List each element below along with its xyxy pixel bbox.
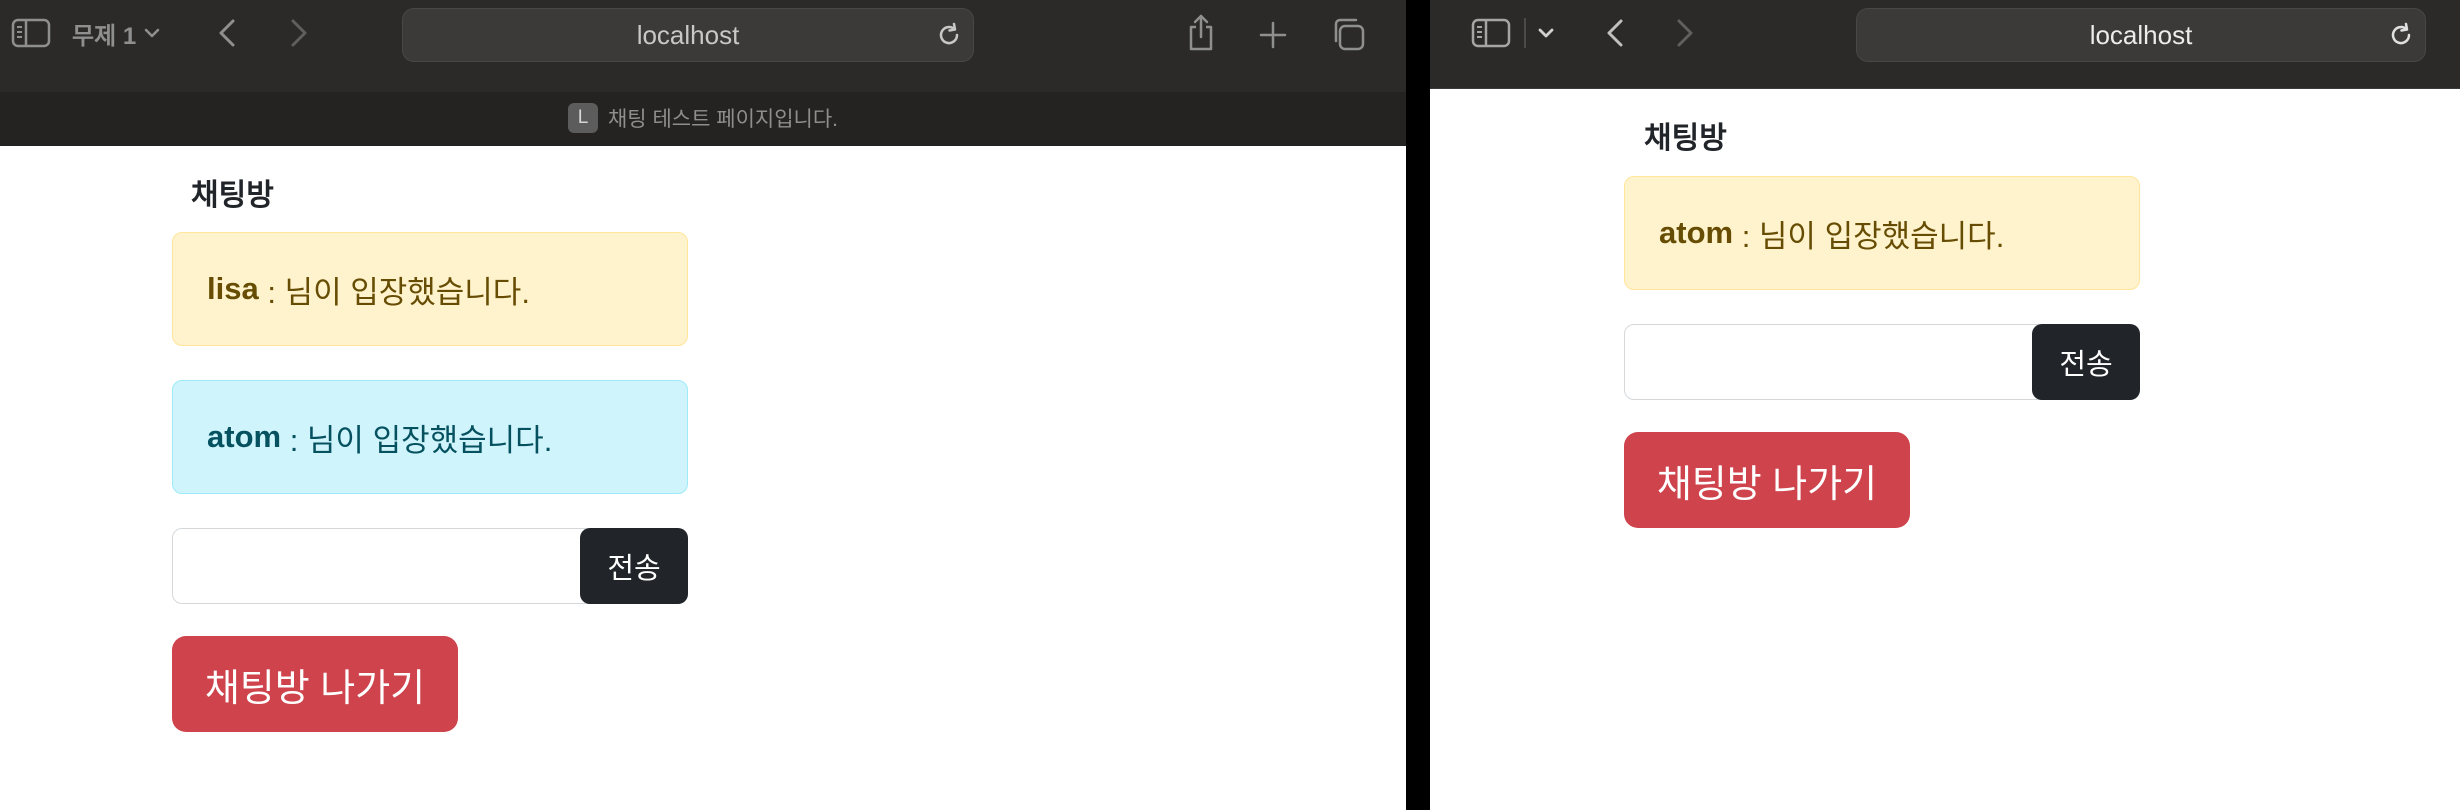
chevron-right-icon[interactable] — [1672, 16, 1698, 50]
window-divider — [1406, 0, 1430, 810]
chevron-down-icon[interactable] — [1534, 20, 1558, 46]
chat-message: atom : 님이 입장했습니다. — [172, 380, 688, 494]
page-content: 채팅방 lisa : 님이 입장했습니다. atom : 님이 입장했습니다. … — [0, 146, 1406, 810]
chevron-down-icon — [144, 27, 160, 39]
tab-title: 채팅 테스트 페이지입니다. — [607, 108, 839, 131]
address-bar[interactable]: localhost — [1856, 8, 2426, 62]
active-tab[interactable]: L 채팅 테스트 페이지입니다. — [0, 103, 1406, 133]
message-input[interactable] — [1624, 324, 2044, 400]
leave-chat-button[interactable]: 채팅방 나가기 — [1624, 432, 1910, 528]
send-button[interactable]: 전송 — [580, 528, 688, 604]
message-username: lisa — [207, 271, 259, 306]
tab-group-title[interactable]: 무제 1 — [72, 16, 160, 50]
message-username: atom — [1659, 215, 1734, 250]
tabs-overview-icon[interactable] — [1330, 16, 1366, 52]
tab-group-label: 무제 1 — [72, 22, 137, 50]
reload-icon[interactable] — [935, 21, 963, 49]
address-text: localhost — [2089, 19, 2193, 50]
browser-window-right: localhost 채팅방 atom : 님이 입장했습니다. 전송 채팅방 나… — [1430, 0, 2460, 810]
chevron-right-icon[interactable] — [286, 16, 312, 50]
chat-message: atom : 님이 입장했습니다. — [1624, 176, 2140, 290]
message-text: : 님이 입장했습니다. — [281, 422, 553, 458]
message-username: atom — [207, 419, 282, 454]
address-text: localhost — [636, 19, 740, 50]
send-button[interactable]: 전송 — [2032, 324, 2140, 400]
browser-toolbar: localhost — [1430, 0, 2460, 89]
browser-toolbar: 무제 1 localhost — [0, 0, 1406, 92]
message-text: : 님이 입장했습니다. — [1733, 218, 2005, 254]
share-icon[interactable] — [1184, 12, 1218, 54]
chat-message: lisa : 님이 입장했습니다. — [172, 232, 688, 346]
toolbar-separator — [1524, 18, 1526, 48]
sidebar-icon[interactable] — [10, 16, 52, 50]
address-bar[interactable]: localhost — [402, 8, 974, 62]
reload-icon[interactable] — [2387, 21, 2415, 49]
message-text: : 님이 입장했습니다. — [258, 274, 530, 310]
leave-chat-button[interactable]: 채팅방 나가기 — [172, 636, 458, 732]
page-title: 채팅방 — [191, 179, 274, 212]
message-input[interactable] — [172, 528, 592, 604]
tab-favicon: L — [567, 103, 598, 133]
page-title: 채팅방 — [1644, 122, 1727, 155]
chevron-left-icon[interactable] — [1602, 16, 1628, 50]
plus-icon[interactable] — [1256, 18, 1290, 52]
page-content: 채팅방 atom : 님이 입장했습니다. 전송 채팅방 나가기 — [1430, 89, 2460, 810]
browser-window-left: 무제 1 localhost L 채팅 테스트 페이지입니다. 채팅방 lisa… — [0, 0, 1406, 810]
chevron-left-icon[interactable] — [214, 16, 240, 50]
sidebar-icon[interactable] — [1470, 16, 1512, 50]
